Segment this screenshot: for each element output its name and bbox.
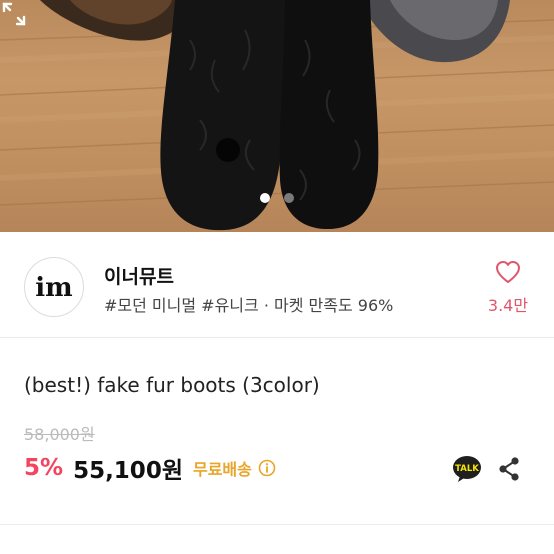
- heart-icon[interactable]: [495, 260, 521, 284]
- kakao-talk-icon[interactable]: TALK: [452, 454, 482, 484]
- carousel-indicator: [0, 193, 554, 203]
- info-icon[interactable]: [258, 459, 276, 477]
- shop-logo: im: [35, 273, 72, 303]
- carousel-dot-active[interactable]: [260, 193, 270, 203]
- original-price: 58,000원: [24, 425, 95, 444]
- shop-name[interactable]: 이너뮤트: [104, 262, 174, 289]
- like-button[interactable]: 3.4만: [480, 260, 536, 316]
- expand-icon[interactable]: [0, 0, 28, 28]
- price-row: 5% 55,100원 무료배송: [24, 451, 276, 485]
- product-title: (best!) fake fur boots (3color): [24, 373, 320, 397]
- discount-rate: 5%: [24, 455, 64, 481]
- carousel-dot[interactable]: [284, 193, 294, 203]
- kakao-talk-label: TALK: [455, 464, 479, 474]
- sale-price: 55,100원: [73, 458, 183, 484]
- shop-avatar[interactable]: im: [24, 257, 84, 317]
- shop-tags: #모던 미니멀 #유니크 · 마켓 만족도 96%: [104, 296, 394, 315]
- share-icon[interactable]: [497, 456, 521, 482]
- like-count: 3.4만: [487, 296, 529, 315]
- shop-row[interactable]: im 이너뮤트 #모던 미니멀 #유니크 · 마켓 만족도 96% 3.4만: [0, 232, 554, 338]
- product-info: (best!) fake fur boots (3color) 58,000원 …: [0, 339, 554, 554]
- divider: [0, 524, 554, 525]
- svg-text:im: im: [35, 273, 72, 303]
- shipping-label: 무료배송: [192, 460, 252, 479]
- product-image[interactable]: [0, 0, 554, 232]
